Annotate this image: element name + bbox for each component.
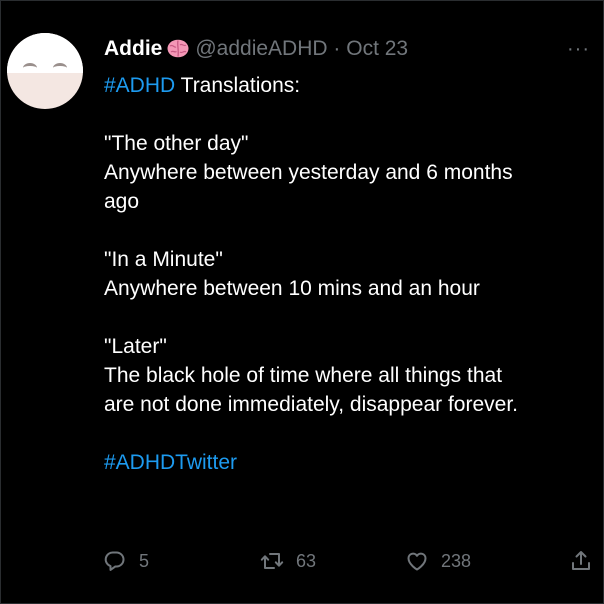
reply-button[interactable]: 5 <box>103 549 149 573</box>
retweet-icon <box>260 553 284 569</box>
user-handle[interactable]: @addieADHD <box>195 37 327 60</box>
reply-count: 5 <box>139 550 150 571</box>
avatar[interactable] <box>7 33 83 109</box>
tweet-text: #ADHD Translations: "The other day" Anyw… <box>104 71 594 477</box>
avatar-eye-left <box>23 63 37 73</box>
tweet-date[interactable]: Oct 23 <box>346 37 408 60</box>
hashtag-adhd[interactable]: #ADHD <box>104 74 175 97</box>
hashtag-adhdtwitter[interactable]: #ADHDTwitter <box>104 451 237 474</box>
header-separator: · <box>333 37 341 60</box>
quote-2: "In a Minute" <box>104 248 223 271</box>
share-icon <box>572 551 590 570</box>
meaning-1-line-2: ago <box>104 190 140 213</box>
meaning-1-line-1: Anywhere between yesterday and 6 months <box>104 161 513 184</box>
title-text: Translations: <box>175 74 301 97</box>
quote-1: "The other day" <box>104 132 249 155</box>
meaning-3-line-2: are not done immediately, disappear fore… <box>104 393 519 416</box>
retweet-count: 63 <box>296 550 317 571</box>
brain-emoji-icon <box>167 39 189 58</box>
meaning-2: Anywhere between 10 mins and an hour <box>104 277 480 300</box>
meaning-3-line-1: The black hole of time where all things … <box>104 364 503 387</box>
reply-icon <box>104 551 125 571</box>
display-name[interactable]: Addie <box>104 37 162 60</box>
retweet-button[interactable]: 63 <box>260 549 316 573</box>
tweet-title-line: #ADHD Translations: <box>104 71 594 100</box>
heart-icon <box>407 552 427 571</box>
share-button[interactable] <box>569 549 593 573</box>
more-icon[interactable]: ··· <box>567 38 590 61</box>
tweet-card[interactable]: Addie @addieADHD · Oct 23 ··· #ADHD Tran… <box>0 0 604 604</box>
action-bar: 5 63 238 <box>1 549 604 581</box>
like-count: 238 <box>441 550 472 571</box>
quote-3: "Later" <box>104 335 167 358</box>
tweet-header: Addie @addieADHD · Oct 23 <box>104 36 408 62</box>
avatar-hat <box>7 33 83 73</box>
avatar-eye-right <box>53 63 67 73</box>
like-button[interactable]: 238 <box>405 549 471 573</box>
hashtag-line: #ADHDTwitter <box>104 448 594 477</box>
